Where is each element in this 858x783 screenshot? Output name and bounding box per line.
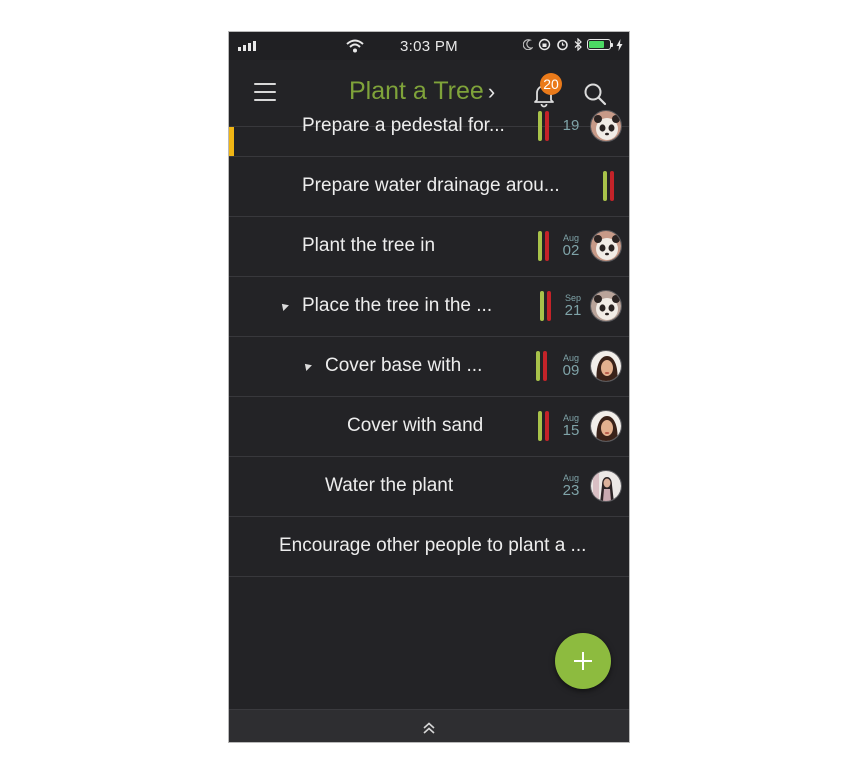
task-title: Prepare a pedestal for...	[302, 115, 505, 136]
priority-bars	[603, 171, 614, 201]
notification-badge[interactable]: 20	[540, 73, 562, 95]
panda-avatar-icon	[591, 111, 621, 141]
task-due-date: Aug 02	[560, 233, 582, 258]
task-due-date: Aug 23	[560, 473, 582, 498]
expand-triangle-icon[interactable]	[279, 301, 289, 311]
task-row[interactable]: Place the tree in the ... Sep 21	[229, 276, 629, 337]
expand-panel-bar[interactable]	[229, 709, 629, 742]
task-row[interactable]: Plant the tree in Aug 02	[229, 216, 629, 277]
due-day: 19	[562, 117, 580, 134]
task-title: Plant the tree in	[302, 235, 436, 256]
panda-avatar-icon	[591, 291, 621, 321]
bluetooth-icon	[574, 38, 582, 51]
priority-bars	[538, 411, 549, 441]
due-day: 21	[564, 302, 582, 319]
panda-avatar-icon	[591, 231, 621, 261]
task-title: Place the tree in the ...	[302, 295, 493, 316]
task-row[interactable]: Water the plant Aug 23	[229, 456, 629, 517]
task-title: Cover with sand	[347, 415, 484, 436]
task-row[interactable]: Cover base with ... Aug 09	[229, 336, 629, 397]
charging-icon	[616, 38, 623, 51]
due-day: 23	[562, 482, 580, 499]
priority-bars	[538, 111, 549, 141]
rotation-lock-icon	[538, 38, 551, 51]
battery-icon	[587, 39, 613, 50]
task-row[interactable]: Encourage other people to plant a ...	[229, 516, 629, 577]
task-due-date: Sep 21	[562, 293, 584, 318]
due-day: 02	[562, 242, 580, 259]
due-day: 09	[562, 362, 580, 379]
battery-fill	[589, 41, 604, 48]
expand-triangle-icon[interactable]	[302, 361, 312, 371]
avatar[interactable]	[590, 290, 622, 322]
alarm-icon	[557, 39, 568, 51]
priority-bars	[538, 231, 549, 261]
moon-icon	[523, 39, 533, 50]
task-title: Encourage other people to plant a ...	[279, 535, 587, 556]
avatar[interactable]	[590, 230, 622, 262]
priority-bars	[536, 351, 547, 381]
task-title: Water the plant	[325, 475, 454, 496]
task-row[interactable]: Prepare a pedestal for... 19	[229, 96, 629, 157]
status-bar: 3:03 PM	[229, 32, 629, 60]
avatar[interactable]	[590, 470, 622, 502]
avatar[interactable]	[590, 110, 622, 142]
avatar[interactable]	[590, 410, 622, 442]
phone-screen: 3:03 PM Plant a Tree › 20 Prepare a pede…	[228, 31, 630, 743]
task-row[interactable]: Cover with sand Aug 15	[229, 396, 629, 457]
selected-task-marker	[229, 127, 234, 156]
task-due-date: Aug 09	[560, 353, 582, 378]
task-title: Prepare water drainage arou...	[302, 175, 560, 196]
task-row[interactable]: Prepare water drainage arou...	[229, 156, 629, 217]
status-icons	[523, 38, 623, 51]
task-due-date: Aug 15	[560, 413, 582, 438]
woman-avatar-icon	[591, 411, 621, 441]
priority-bars	[540, 291, 551, 321]
avatar[interactable]	[590, 350, 622, 382]
double-chevron-up-icon	[423, 722, 435, 734]
woman-avatar-icon	[591, 351, 621, 381]
add-task-button[interactable]	[555, 633, 611, 689]
person-avatar-icon	[591, 471, 621, 501]
task-due-date: 19	[560, 118, 582, 133]
due-day: 15	[562, 422, 580, 439]
task-title: Cover base with ...	[325, 355, 483, 376]
